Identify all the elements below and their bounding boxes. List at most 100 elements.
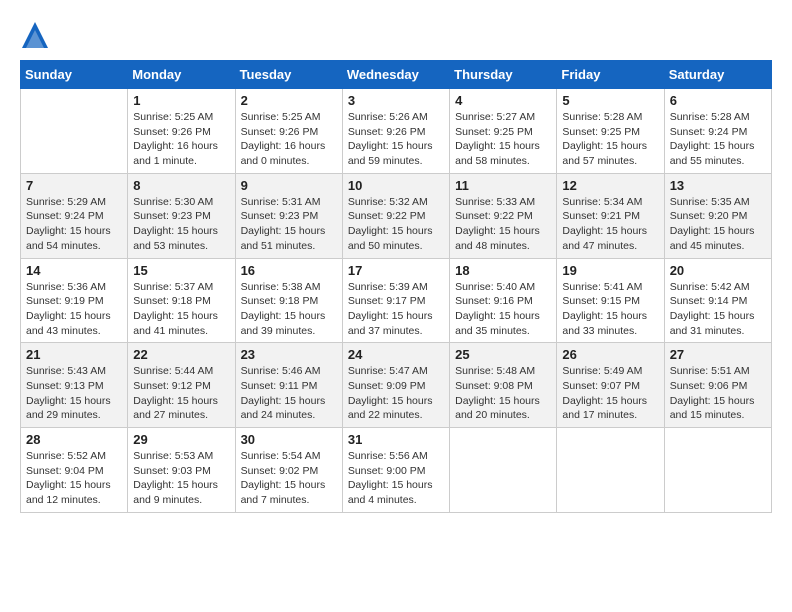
day-info: Sunrise: 5:52 AM Sunset: 9:04 PM Dayligh… [26, 449, 122, 508]
calendar-week-1: 1 Sunrise: 5:25 AM Sunset: 9:26 PM Daylig… [21, 89, 772, 174]
day-number: 8 [133, 178, 229, 193]
calendar-cell: 13 Sunrise: 5:35 AM Sunset: 9:20 PM Dayli… [664, 173, 771, 258]
calendar-cell: 9Sunrise: 5:31 AM Sunset: 9:23 PM Daylig… [235, 173, 342, 258]
day-info: Sunrise: 5:53 AM Sunset: 9:03 PM Dayligh… [133, 449, 229, 508]
day-number: 24 [348, 347, 444, 362]
calendar-cell: 27 Sunrise: 5:51 AM Sunset: 9:06 PM Dayli… [664, 343, 771, 428]
day-number: 25 [455, 347, 551, 362]
day-number: 30 [241, 432, 337, 447]
day-info: Sunrise: 5:37 AM Sunset: 9:18 PM Dayligh… [133, 280, 229, 339]
calendar-cell: 24 Sunrise: 5:47 AM Sunset: 9:09 PM Dayli… [342, 343, 449, 428]
day-number: 28 [26, 432, 122, 447]
calendar-cell [450, 428, 557, 513]
calendar-cell: 18Sunrise: 5:40 AM Sunset: 9:16 PM Dayli… [450, 258, 557, 343]
header-saturday: Saturday [664, 61, 771, 89]
calendar-week-2: 7 Sunrise: 5:29 AM Sunset: 9:24 PM Daylig… [21, 173, 772, 258]
calendar-cell: 1 Sunrise: 5:25 AM Sunset: 9:26 PM Daylig… [128, 89, 235, 174]
header-friday: Friday [557, 61, 664, 89]
day-info: Sunrise: 5:25 AM Sunset: 9:26 PM Dayligh… [133, 110, 229, 169]
calendar-week-3: 14 Sunrise: 5:36 AM Sunset: 9:19 PM Dayli… [21, 258, 772, 343]
day-number: 9 [241, 178, 337, 193]
header-monday: Monday [128, 61, 235, 89]
calendar-cell: 30 Sunrise: 5:54 AM Sunset: 9:02 PM Dayli… [235, 428, 342, 513]
day-info: Sunrise: 5:48 AM Sunset: 9:08 PM Dayligh… [455, 364, 551, 423]
day-number: 22 [133, 347, 229, 362]
calendar-cell: 7 Sunrise: 5:29 AM Sunset: 9:24 PM Daylig… [21, 173, 128, 258]
day-info: Sunrise: 5:42 AM Sunset: 9:14 PM Dayligh… [670, 280, 766, 339]
header-sunday: Sunday [21, 61, 128, 89]
day-number: 10 [348, 178, 444, 193]
calendar-cell: 2Sunrise: 5:25 AM Sunset: 9:26 PM Daylig… [235, 89, 342, 174]
header-thursday: Thursday [450, 61, 557, 89]
day-number: 11 [455, 178, 551, 193]
day-info: Sunrise: 5:36 AM Sunset: 9:19 PM Dayligh… [26, 280, 122, 339]
day-number: 7 [26, 178, 122, 193]
day-number: 29 [133, 432, 229, 447]
calendar-cell: 31 Sunrise: 5:56 AM Sunset: 9:00 PM Dayli… [342, 428, 449, 513]
calendar-cell: 10 Sunrise: 5:32 AM Sunset: 9:22 PM Dayli… [342, 173, 449, 258]
day-info: Sunrise: 5:47 AM Sunset: 9:09 PM Dayligh… [348, 364, 444, 423]
calendar-cell: 15Sunrise: 5:37 AM Sunset: 9:18 PM Dayli… [128, 258, 235, 343]
calendar-cell: 3 Sunrise: 5:26 AM Sunset: 9:26 PM Daylig… [342, 89, 449, 174]
logo [20, 20, 55, 50]
calendar-cell [664, 428, 771, 513]
day-info: Sunrise: 5:29 AM Sunset: 9:24 PM Dayligh… [26, 195, 122, 254]
calendar-cell: 17 Sunrise: 5:39 AM Sunset: 9:17 PM Dayli… [342, 258, 449, 343]
day-number: 2 [241, 93, 337, 108]
calendar-cell: 16Sunrise: 5:38 AM Sunset: 9:18 PM Dayli… [235, 258, 342, 343]
day-number: 14 [26, 263, 122, 278]
day-info: Sunrise: 5:54 AM Sunset: 9:02 PM Dayligh… [241, 449, 337, 508]
day-info: Sunrise: 5:28 AM Sunset: 9:24 PM Dayligh… [670, 110, 766, 169]
day-info: Sunrise: 5:39 AM Sunset: 9:17 PM Dayligh… [348, 280, 444, 339]
day-info: Sunrise: 5:30 AM Sunset: 9:23 PM Dayligh… [133, 195, 229, 254]
day-info: Sunrise: 5:32 AM Sunset: 9:22 PM Dayligh… [348, 195, 444, 254]
calendar-cell: 8 Sunrise: 5:30 AM Sunset: 9:23 PM Daylig… [128, 173, 235, 258]
calendar-cell: 12 Sunrise: 5:34 AM Sunset: 9:21 PM Dayli… [557, 173, 664, 258]
day-number: 3 [348, 93, 444, 108]
calendar-week-5: 28 Sunrise: 5:52 AM Sunset: 9:04 PM Dayli… [21, 428, 772, 513]
day-number: 5 [562, 93, 658, 108]
calendar-cell [21, 89, 128, 174]
day-number: 16 [241, 263, 337, 278]
calendar-cell: 11Sunrise: 5:33 AM Sunset: 9:22 PM Dayli… [450, 173, 557, 258]
day-info: Sunrise: 5:43 AM Sunset: 9:13 PM Dayligh… [26, 364, 122, 423]
day-number: 6 [670, 93, 766, 108]
day-number: 4 [455, 93, 551, 108]
day-info: Sunrise: 5:49 AM Sunset: 9:07 PM Dayligh… [562, 364, 658, 423]
day-info: Sunrise: 5:51 AM Sunset: 9:06 PM Dayligh… [670, 364, 766, 423]
calendar-cell: 29 Sunrise: 5:53 AM Sunset: 9:03 PM Dayli… [128, 428, 235, 513]
calendar-cell: 14 Sunrise: 5:36 AM Sunset: 9:19 PM Dayli… [21, 258, 128, 343]
day-number: 1 [133, 93, 229, 108]
calendar-cell: 19 Sunrise: 5:41 AM Sunset: 9:15 PM Dayli… [557, 258, 664, 343]
day-info: Sunrise: 5:34 AM Sunset: 9:21 PM Dayligh… [562, 195, 658, 254]
calendar-cell: 23Sunrise: 5:46 AM Sunset: 9:11 PM Dayli… [235, 343, 342, 428]
header-tuesday: Tuesday [235, 61, 342, 89]
day-number: 23 [241, 347, 337, 362]
day-number: 26 [562, 347, 658, 362]
day-number: 20 [670, 263, 766, 278]
day-number: 27 [670, 347, 766, 362]
day-number: 19 [562, 263, 658, 278]
calendar-header-row: SundayMondayTuesdayWednesdayThursdayFrid… [21, 61, 772, 89]
day-info: Sunrise: 5:44 AM Sunset: 9:12 PM Dayligh… [133, 364, 229, 423]
day-number: 17 [348, 263, 444, 278]
day-number: 13 [670, 178, 766, 193]
day-number: 31 [348, 432, 444, 447]
calendar-cell: 6 Sunrise: 5:28 AM Sunset: 9:24 PM Daylig… [664, 89, 771, 174]
calendar-cell: 22 Sunrise: 5:44 AM Sunset: 9:12 PM Dayli… [128, 343, 235, 428]
calendar-cell: 5Sunrise: 5:28 AM Sunset: 9:25 PM Daylig… [557, 89, 664, 174]
day-info: Sunrise: 5:35 AM Sunset: 9:20 PM Dayligh… [670, 195, 766, 254]
calendar-cell: 26 Sunrise: 5:49 AM Sunset: 9:07 PM Dayli… [557, 343, 664, 428]
calendar-cell: 28 Sunrise: 5:52 AM Sunset: 9:04 PM Dayli… [21, 428, 128, 513]
day-info: Sunrise: 5:26 AM Sunset: 9:26 PM Dayligh… [348, 110, 444, 169]
day-info: Sunrise: 5:56 AM Sunset: 9:00 PM Dayligh… [348, 449, 444, 508]
header-wednesday: Wednesday [342, 61, 449, 89]
day-number: 21 [26, 347, 122, 362]
day-info: Sunrise: 5:41 AM Sunset: 9:15 PM Dayligh… [562, 280, 658, 339]
calendar-cell: 20 Sunrise: 5:42 AM Sunset: 9:14 PM Dayli… [664, 258, 771, 343]
day-number: 18 [455, 263, 551, 278]
calendar-cell [557, 428, 664, 513]
calendar-table: SundayMondayTuesdayWednesdayThursdayFrid… [20, 60, 772, 513]
logo-icon [20, 20, 50, 50]
day-number: 12 [562, 178, 658, 193]
